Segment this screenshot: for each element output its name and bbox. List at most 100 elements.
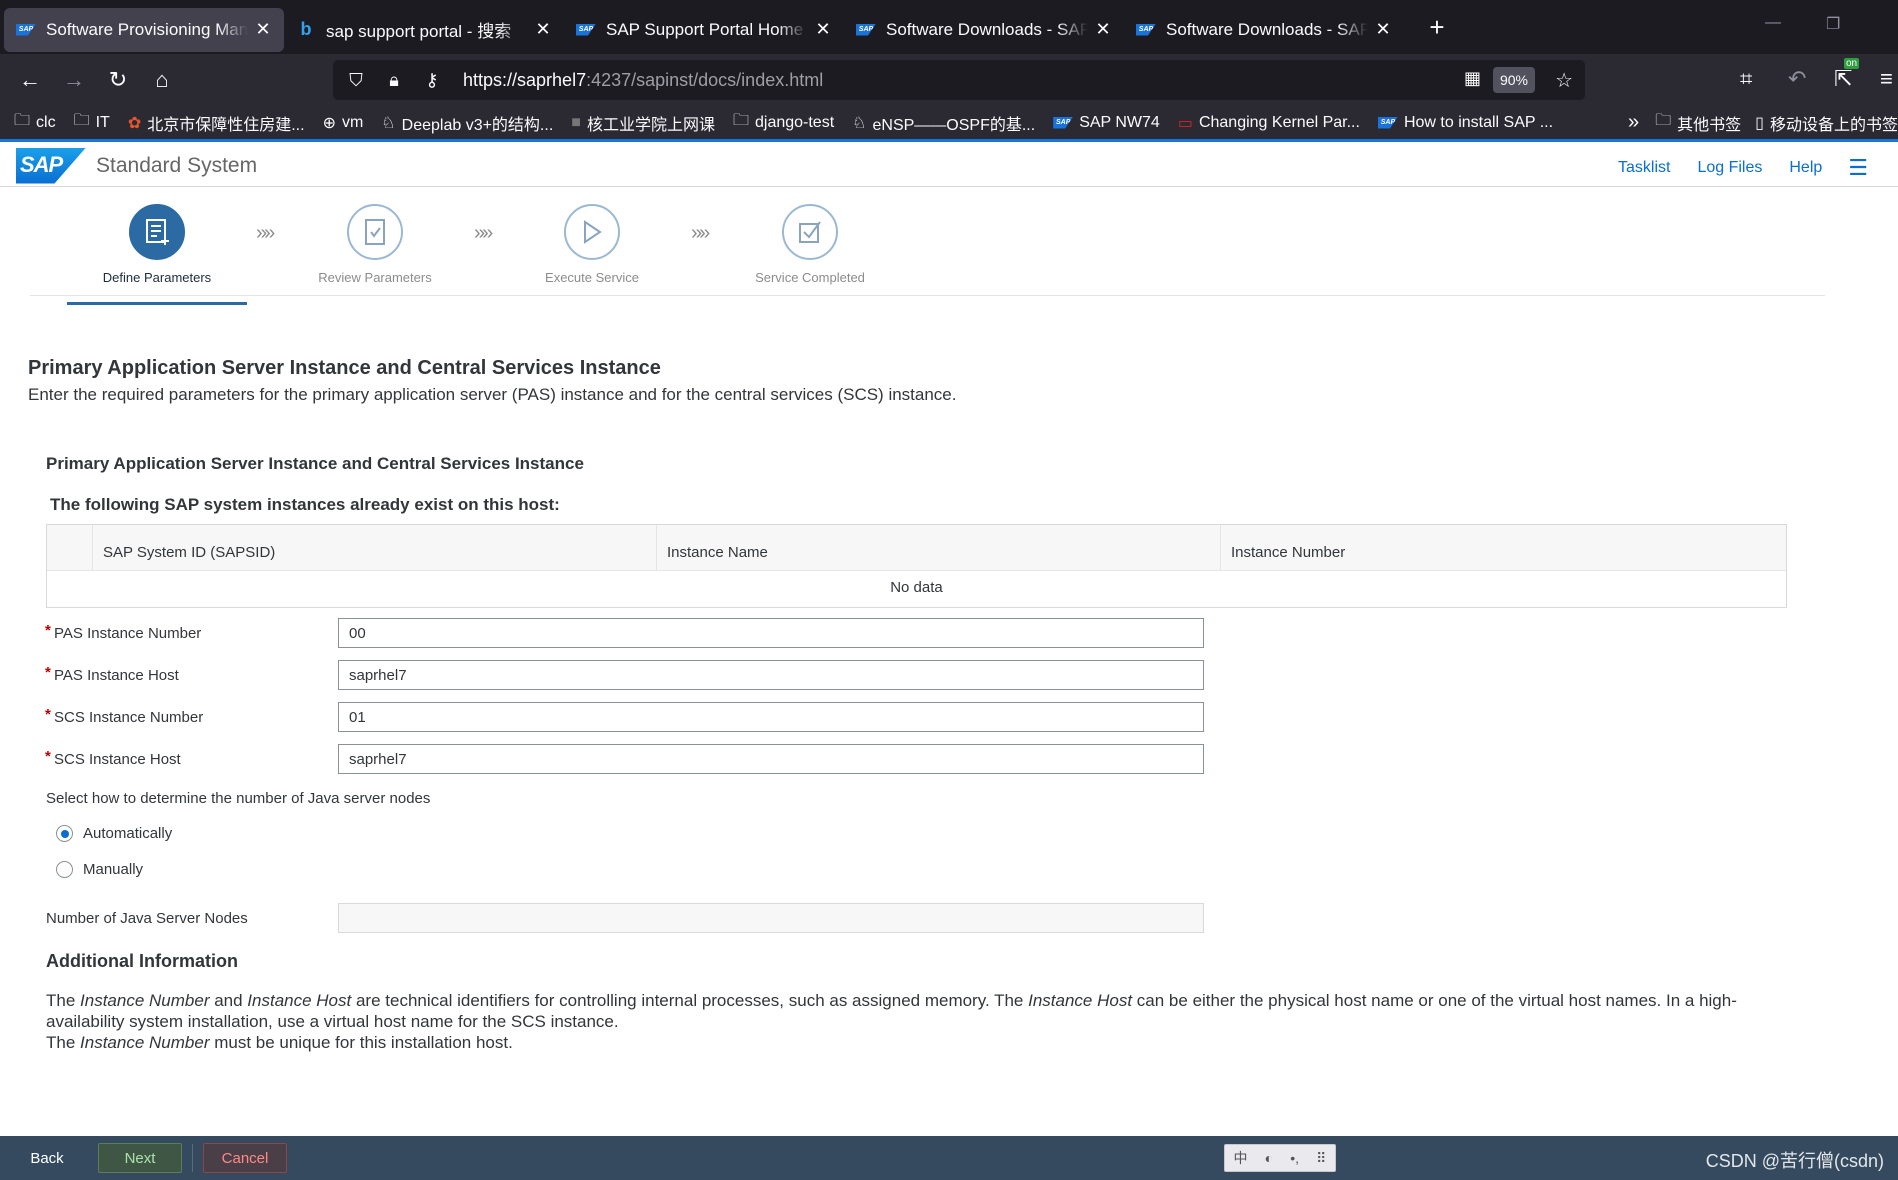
- forward-arrow-icon[interactable]: →: [52, 58, 96, 102]
- browser-tab-4[interactable]: SAP Software Downloads - SAP O ✕: [1124, 8, 1404, 52]
- pas-instance-number-input[interactable]: [338, 618, 1204, 648]
- roadmap-step-completed[interactable]: Service Completed: [720, 204, 900, 285]
- back-button[interactable]: Back: [18, 1143, 76, 1173]
- bookmark-item[interactable]: 🗀 其他书签: [1655, 109, 1741, 136]
- close-tab-icon[interactable]: ✕: [534, 19, 552, 40]
- close-tab-icon[interactable]: ✕: [254, 19, 272, 40]
- bookmark-item[interactable]: ♘ eNSP——OSPF的基...: [852, 111, 1035, 135]
- bookmark-item[interactable]: ▭ Changing Kernel Par...: [1178, 113, 1360, 133]
- home-icon[interactable]: ⌂: [140, 58, 184, 102]
- browser-tab-3[interactable]: SAP Software Downloads - SAP O ✕: [844, 8, 1124, 52]
- globe-icon: ⊕: [322, 114, 336, 132]
- roadmap-step-review[interactable]: Review Parameters: [285, 204, 465, 285]
- extension-icon[interactable]: ⇱ on: [1834, 58, 1860, 92]
- undo-icon[interactable]: ↶: [1788, 66, 1806, 92]
- bookmark-label: SAP NW74: [1079, 113, 1160, 131]
- info-text: are technical identifiers for controllin…: [351, 991, 1029, 1010]
- field-label: * SCS Instance Host: [45, 748, 338, 768]
- url-bar[interactable]: ⛉ 🔒︎ ⚷ https://saprhel7:4237/sapinst/doc…: [333, 60, 1585, 100]
- sap-favicon-icon: SAP: [16, 20, 36, 40]
- new-tab-button[interactable]: +: [1422, 12, 1452, 43]
- bookmark-item[interactable]: 🗀 clc: [14, 109, 56, 136]
- bookmark-label: django-test: [754, 113, 835, 131]
- roadmap-step-execute[interactable]: Execute Service: [502, 204, 682, 285]
- site-icon: ♘: [852, 114, 867, 132]
- bookmark-item[interactable]: ▯ 移动设备上的书签: [1755, 111, 1898, 135]
- field-row-scs-instance-host: * SCS Instance Host: [45, 744, 1206, 774]
- step-label: Execute Service: [545, 270, 639, 285]
- field-row-java-server-nodes: Number of Java Server Nodes: [46, 903, 1206, 933]
- help-link[interactable]: Help: [1789, 159, 1822, 177]
- field-row-scs-instance-number: * SCS Instance Number: [45, 702, 1206, 732]
- restore-icon[interactable]: ❐: [1826, 14, 1840, 34]
- folder-icon: 🗀: [732, 112, 749, 129]
- shell-title: Standard System: [96, 153, 258, 177]
- close-tab-icon[interactable]: ✕: [1094, 19, 1112, 40]
- close-tab-icon[interactable]: ✕: [1374, 19, 1392, 40]
- log-files-link[interactable]: Log Files: [1697, 159, 1762, 177]
- scs-instance-number-input[interactable]: [338, 702, 1204, 732]
- pas-instance-host-input[interactable]: [338, 660, 1204, 690]
- site-icon: ✿: [127, 114, 142, 132]
- bookmark-item[interactable]: 🗀 IT: [74, 109, 110, 136]
- bookmark-item[interactable]: ♘ Deeplab v3+的结构...: [381, 111, 553, 135]
- ime-mode-icon[interactable]: 中: [1234, 1148, 1248, 1168]
- watermark: CSDN @苦行僧(csdn): [1705, 1151, 1884, 1171]
- bookmark-item[interactable]: SAP SAP NW74: [1053, 114, 1160, 132]
- column-header-sapsid[interactable]: SAP System ID (SAPSID): [93, 525, 657, 570]
- row-select-column[interactable]: [47, 525, 93, 570]
- browser-tab-0[interactable]: SAP Software Provisioning Manag ✕: [4, 7, 284, 52]
- ime-punctuation-icon[interactable]: •,: [1290, 1150, 1299, 1166]
- bing-favicon-icon: b: [300, 19, 312, 39]
- back-arrow-icon[interactable]: ←: [8, 58, 52, 102]
- scs-instance-host-input[interactable]: [338, 744, 1204, 774]
- cancel-button[interactable]: Cancel: [203, 1143, 287, 1173]
- bookmarks-overflow: » 🗀 其他书签 ▯ 移动设备上的书签: [1622, 106, 1898, 139]
- page-title: Primary Application Server Instance and …: [28, 357, 661, 379]
- required-marker: *: [45, 663, 51, 681]
- minimize-icon[interactable]: —: [1765, 14, 1781, 32]
- lock-icon[interactable]: 🔒︎: [379, 70, 409, 91]
- radio-button-selected[interactable]: [56, 825, 73, 842]
- bookmark-label: 移动设备上的书签: [1769, 116, 1898, 134]
- close-tab-icon[interactable]: ✕: [814, 19, 832, 40]
- reload-icon[interactable]: ↻: [96, 58, 140, 102]
- radio-button[interactable]: [56, 861, 73, 878]
- crop-icon[interactable]: ⌗: [1740, 66, 1752, 92]
- bookmark-star-icon[interactable]: ☆: [1555, 68, 1573, 93]
- ime-moon-icon[interactable]: ◐: [1265, 1150, 1273, 1166]
- field-row-pas-instance-number: * PAS Instance Number: [45, 618, 1206, 648]
- next-button[interactable]: Next: [98, 1143, 182, 1173]
- menu-icon[interactable]: ≡: [1880, 66, 1893, 92]
- sap-favicon-icon: SAP: [1377, 116, 1398, 129]
- tasklist-link[interactable]: Tasklist: [1618, 159, 1670, 177]
- site-icon: ■: [571, 113, 581, 131]
- radio-manually[interactable]: Manually: [56, 861, 143, 878]
- sap-favicon-icon: SAP: [1136, 20, 1156, 40]
- bookmark-item[interactable]: SAP How to install SAP ...: [1377, 114, 1553, 132]
- chevron-double-right-icon[interactable]: »: [1628, 111, 1639, 134]
- info-term: Instance Host: [247, 991, 352, 1010]
- zoom-level-badge[interactable]: 90%: [1492, 67, 1535, 93]
- roadmap-step-define[interactable]: Define Parameters: [67, 204, 247, 305]
- java-nodes-question: Select how to determine the number of Ja…: [46, 790, 431, 807]
- bookmark-item[interactable]: 🗀 django-test: [733, 109, 834, 136]
- browser-tab-2[interactable]: SAP SAP Support Portal Home ✕: [564, 8, 844, 52]
- qr-code-icon[interactable]: ▦: [1464, 68, 1481, 89]
- bookmark-label: 其他书签: [1677, 116, 1742, 134]
- bookmark-label: 核工业学院上网课: [586, 116, 715, 134]
- shield-icon[interactable]: ⛉: [341, 70, 371, 91]
- column-header-instance-number[interactable]: Instance Number: [1221, 525, 1786, 570]
- radio-automatically[interactable]: Automatically: [56, 825, 172, 842]
- hamburger-menu-icon[interactable]: ☰: [1848, 155, 1868, 181]
- bookmark-item[interactable]: ■ 核工业学院上网课: [571, 111, 715, 135]
- key-icon[interactable]: ⚷: [417, 70, 447, 91]
- url-text[interactable]: https://saprhel7:4237/sapinst/docs/index…: [463, 70, 823, 91]
- column-header-instance-name[interactable]: Instance Name: [657, 525, 1221, 570]
- ime-settings-icon[interactable]: ⠿: [1316, 1150, 1326, 1167]
- bookmark-item[interactable]: ✿ 北京市保障性住房建...: [128, 111, 305, 135]
- browser-tab-1[interactable]: b sap support portal - 搜索 ✕: [284, 8, 564, 52]
- bookmark-item[interactable]: ⊕ vm: [323, 113, 364, 133]
- table-header: SAP System ID (SAPSID) Instance Name Ins…: [47, 525, 1786, 571]
- table-empty-text: No data: [890, 579, 943, 596]
